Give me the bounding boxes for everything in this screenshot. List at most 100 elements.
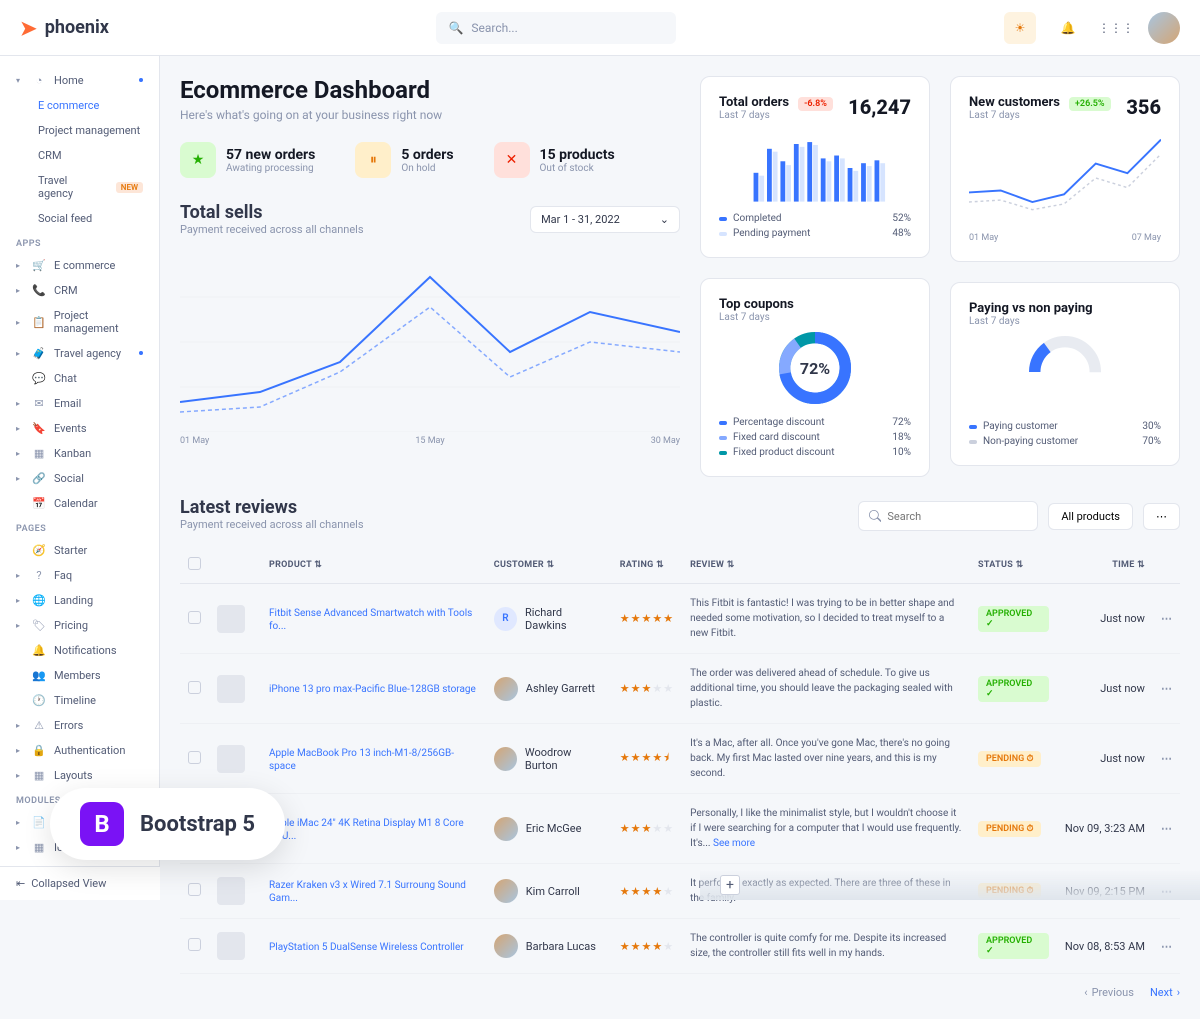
row-checkbox: [188, 681, 201, 694]
app-crm[interactable]: ▸📞CRM: [0, 278, 159, 303]
global-search[interactable]: 🔍 Search...: [436, 12, 676, 44]
nav-travel[interactable]: Travel agencyNEW: [0, 168, 159, 206]
page-notifications[interactable]: ▸🔔Notifications: [0, 638, 159, 663]
app-pm[interactable]: ▸📋Project management: [0, 303, 159, 341]
row-actions-button[interactable]: ⋯: [1161, 940, 1172, 953]
brand-name: phoenix: [45, 17, 109, 38]
product-link[interactable]: Fitbit Sense Advanced Smartwatch with To…: [269, 608, 472, 632]
app-email[interactable]: ▸✉Email: [0, 391, 159, 416]
product-link[interactable]: Apple iMac 24" 4K Retina Display M1 8 Co…: [269, 818, 464, 842]
time-cell: Just now: [1057, 584, 1153, 654]
row-actions-button[interactable]: ⋯: [1161, 682, 1172, 695]
clock-icon: 🕐: [32, 694, 46, 707]
customer-cell[interactable]: Woodrow Burton: [494, 746, 604, 772]
app-social[interactable]: ▸🔗Social: [0, 466, 159, 491]
page-subtitle: Here's what's going on at your business …: [180, 108, 680, 122]
page-header: Ecommerce Dashboard Here's what's going …: [180, 76, 680, 122]
next-button[interactable]: Next ›: [1150, 986, 1180, 999]
user-avatar[interactable]: [1148, 12, 1180, 44]
row-actions-button[interactable]: ⋯: [1161, 752, 1172, 765]
page-pricing[interactable]: ▸🏷Pricing: [0, 613, 159, 638]
apps-grid-icon[interactable]: ⋮⋮⋮: [1100, 12, 1132, 44]
product-link[interactable]: Razer Kraken v3 x Wired 7.1 Surroung Sou…: [269, 880, 466, 904]
col-customer[interactable]: CUSTOMER ⇅: [486, 547, 612, 584]
rating-stars: ★★★★★: [620, 940, 674, 953]
col-time[interactable]: TIME ⇅: [1057, 547, 1153, 584]
customer-cell[interactable]: Barbara Lucas: [494, 934, 604, 958]
app-events[interactable]: ▸🔖Events: [0, 416, 159, 441]
page-errors[interactable]: ▸⚠Errors: [0, 713, 159, 738]
nav-project-mgmt[interactable]: Project management: [0, 118, 159, 143]
plus-button[interactable]: +: [720, 875, 740, 895]
date-range-select[interactable]: Mar 1 - 31, 2022 ⌄: [530, 206, 680, 233]
page-members[interactable]: ▸👥Members: [0, 663, 159, 688]
customer-cell[interactable]: Kim Carroll: [494, 879, 604, 903]
compass-icon: 🧭: [32, 544, 46, 557]
table-row: Apple iMac 24" 4K Retina Display M1 8 Co…: [180, 794, 1180, 864]
sidebar: ▾ ◔ Home E commerce Project management C…: [0, 56, 160, 900]
logo[interactable]: ➤ phoenix: [20, 16, 109, 40]
app-chat[interactable]: ▸💬Chat: [0, 366, 159, 391]
total-sells-chart: [180, 252, 680, 432]
chevron-down-icon: ⌄: [660, 213, 669, 226]
app-calendar[interactable]: ▸📅Calendar: [0, 491, 159, 516]
review-text: The controller is quite comfy for me. De…: [690, 931, 962, 961]
row-actions-button[interactable]: ⋯: [1161, 822, 1172, 835]
row-actions-button[interactable]: ⋯: [1161, 612, 1172, 625]
search-placeholder: Search...: [471, 21, 517, 35]
table-row: Apple MacBook Pro 13 inch-M1-8/256GB-spa…: [180, 724, 1180, 794]
app-ecommerce[interactable]: ▸🛒E commerce: [0, 253, 159, 278]
bell-icon[interactable]: 🔔: [1052, 12, 1084, 44]
app-kanban[interactable]: ▸▦Kanban: [0, 441, 159, 466]
page-faq[interactable]: ▸?Faq: [0, 563, 159, 588]
alert-icon: ⚠: [32, 719, 46, 732]
customer-cell[interactable]: RRichard Dawkins: [494, 606, 604, 632]
page-auth[interactable]: ▸🔒Authentication: [0, 738, 159, 763]
reviews-search-input[interactable]: [858, 501, 1038, 531]
product-link[interactable]: iPhone 13 pro max-Pacific Blue-128GB sto…: [269, 684, 476, 695]
col-product[interactable]: PRODUCT ⇅: [261, 547, 486, 584]
col-checkbox[interactable]: [180, 547, 209, 584]
stats-row: ★ 57 new ordersAwating processing ⏸ 5 or…: [180, 142, 680, 178]
nav-home[interactable]: ▾ ◔ Home: [0, 68, 159, 93]
globe-icon: 🌐: [32, 594, 46, 607]
col-rating[interactable]: RATING ⇅: [612, 547, 682, 584]
indicator-dot: [139, 78, 143, 82]
page-landing[interactable]: ▸🌐Landing: [0, 588, 159, 613]
app-travel[interactable]: ▸🧳Travel agency: [0, 341, 159, 366]
prev-button[interactable]: ‹ Previous: [1084, 986, 1134, 999]
nav-crm[interactable]: CRM: [0, 143, 159, 168]
topbar: ➤ phoenix 🔍 Search... ☀ 🔔 ⋮⋮⋮: [0, 0, 1200, 56]
row-checkbox: [188, 751, 201, 764]
page-layouts[interactable]: ▸▦Layouts: [0, 763, 159, 788]
page-timeline[interactable]: ▸🕐Timeline: [0, 688, 159, 713]
nav-ecommerce[interactable]: E commerce: [0, 93, 159, 118]
product-link[interactable]: Apple MacBook Pro 13 inch-M1-8/256GB-spa…: [269, 748, 454, 772]
customer-cell[interactable]: Ashley Garrett: [494, 677, 604, 701]
status-badge: APPROVED ✓: [978, 933, 1049, 959]
filter-products-button[interactable]: All products: [1048, 503, 1133, 530]
collapsed-view-toggle[interactable]: ⇤ Collapsed View: [0, 866, 160, 900]
product-link[interactable]: PlayStation 5 DualSense Wireless Control…: [269, 942, 464, 953]
more-button[interactable]: ⋯: [1143, 503, 1180, 530]
col-status[interactable]: STATUS ⇅: [970, 547, 1057, 584]
mail-icon: ✉: [32, 397, 46, 410]
col-review[interactable]: REVIEW ⇅: [682, 547, 970, 584]
rating-stars: ★★★★★: [620, 885, 674, 898]
row-checkbox: [188, 938, 201, 951]
customer-cell[interactable]: Eric McGee: [494, 817, 604, 841]
reviews-subtitle: Payment received across all channels: [180, 518, 364, 531]
status-badge: PENDING ⏱: [978, 821, 1041, 837]
section-pages: PAGES: [0, 516, 159, 538]
lock-icon: 🔒: [32, 744, 46, 757]
suitcase-icon: 🧳: [32, 347, 46, 360]
kanban-icon: ▦: [32, 447, 46, 460]
page-starter[interactable]: ▸🧭Starter: [0, 538, 159, 563]
product-thumbnail: [217, 932, 245, 960]
nav-social-feed[interactable]: Social feed: [0, 206, 159, 231]
row-checkbox: [188, 883, 201, 896]
users-icon: 👥: [32, 669, 46, 682]
theme-toggle-icon[interactable]: ☀: [1004, 12, 1036, 44]
reviews-title: Latest reviews: [180, 497, 364, 518]
table-row: iPhone 13 pro max-Pacific Blue-128GB sto…: [180, 654, 1180, 724]
